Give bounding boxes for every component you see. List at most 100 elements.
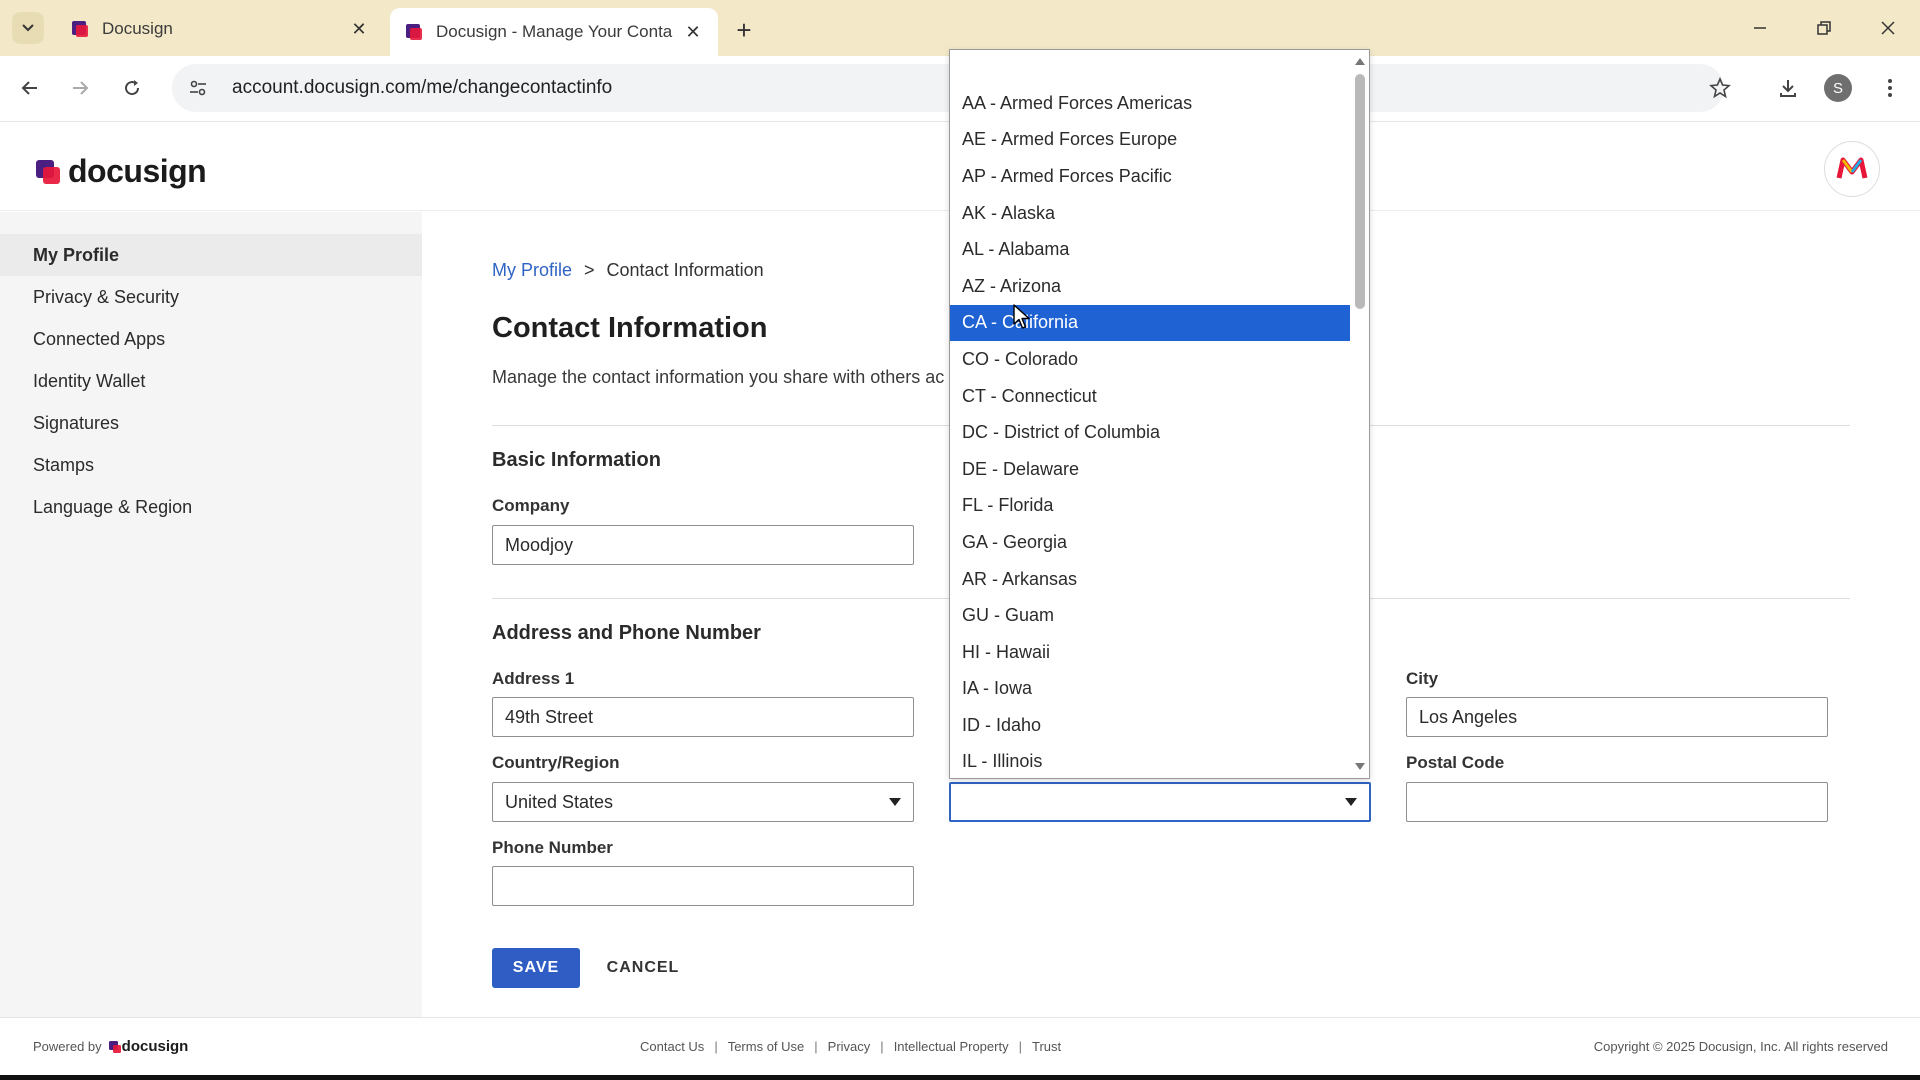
- scrollbar-thumb[interactable]: [1355, 74, 1365, 309]
- copyright-text: Copyright © 2025 Docusign, Inc. All righ…: [1593, 1039, 1888, 1054]
- address1-label: Address 1: [492, 669, 575, 688]
- footer-logo[interactable]: docusign: [108, 1038, 188, 1055]
- forward-arrow-icon[interactable]: [62, 70, 98, 106]
- restore-icon[interactable]: [1804, 10, 1844, 46]
- section-title-address: Address and Phone Number: [492, 622, 761, 644]
- state-option[interactable]: ID - Idaho: [950, 707, 1350, 744]
- download-icon[interactable]: [1770, 70, 1806, 106]
- state-option[interactable]: IL - Illinois: [950, 744, 1350, 778]
- state-select[interactable]: [949, 782, 1371, 822]
- browser-profile-avatar[interactable]: S: [1820, 70, 1856, 106]
- state-option[interactable]: FL - Florida: [950, 488, 1350, 525]
- window-close-icon[interactable]: [1868, 10, 1908, 46]
- back-arrow-icon[interactable]: [12, 70, 48, 106]
- section-title-basic: Basic Information: [492, 449, 661, 471]
- page-description: Manage the contact information you share…: [492, 367, 945, 387]
- footer-link-terms[interactable]: Terms of Use: [728, 1039, 805, 1054]
- footer-link-ip[interactable]: Intellectual Property: [894, 1039, 1009, 1054]
- tab-manage-contact[interactable]: Docusign - Manage Your Conta ✕: [390, 8, 718, 56]
- tab-title: Docusign: [102, 19, 173, 38]
- country-label: Country/Region: [492, 753, 620, 772]
- sidebar-item-identity-wallet[interactable]: Identity Wallet: [0, 360, 422, 402]
- caret-down-icon: [889, 798, 901, 806]
- url-text: account.docusign.com/me/changecontactinf…: [232, 77, 613, 98]
- footer-links: Contact Us | Terms of Use | Privacy | In…: [640, 1039, 1062, 1054]
- country-select-value: United States: [505, 791, 614, 812]
- breadcrumb: My Profile > Contact Information: [492, 260, 764, 281]
- docusign-favicon-icon: [72, 21, 88, 37]
- minimize-icon[interactable]: [1740, 10, 1780, 46]
- new-tab-button[interactable]: +: [728, 14, 760, 46]
- page-title: Contact Information: [492, 312, 768, 344]
- powered-by-text: Powered by: [33, 1039, 102, 1054]
- state-option[interactable]: AK - Alaska: [950, 195, 1350, 232]
- state-option[interactable]: DE - Delaware: [950, 451, 1350, 488]
- breadcrumb-current: Contact Information: [606, 260, 764, 280]
- state-option[interactable]: HI - Hawaii: [950, 634, 1350, 671]
- powered-by: Powered by docusign: [33, 1038, 188, 1055]
- state-option[interactable]: DC - District of Columbia: [950, 414, 1350, 451]
- sidebar-item-stamps[interactable]: Stamps: [0, 444, 422, 486]
- docusign-favicon-icon: [406, 24, 422, 40]
- sidebar-item-my-profile[interactable]: My Profile: [0, 234, 422, 276]
- phone-label: Phone Number: [492, 838, 613, 857]
- state-option[interactable]: CT - Connecticut: [950, 378, 1350, 415]
- state-option[interactable]: GA - Georgia: [950, 524, 1350, 561]
- breadcrumb-separator: >: [584, 260, 595, 280]
- state-dropdown-list[interactable]: AA - Armed Forces Americas AE - Armed For…: [949, 49, 1370, 779]
- site-footer: Powered by docusign Contact Us | Terms o…: [0, 1017, 1920, 1075]
- breadcrumb-my-profile-link[interactable]: My Profile: [492, 260, 572, 281]
- state-options: AA - Armed Forces Americas AE - Armed For…: [950, 85, 1350, 778]
- scroll-up-arrow-icon[interactable]: [1355, 58, 1365, 65]
- tab-search-button[interactable]: [12, 12, 44, 44]
- dropdown-scrollbar[interactable]: [1351, 50, 1369, 778]
- phone-input[interactable]: [492, 866, 914, 906]
- sidebar-item-connected-apps[interactable]: Connected Apps: [0, 318, 422, 360]
- address-bar[interactable]: account.docusign.com/me/changecontactinf…: [172, 64, 1724, 112]
- sidebar-item-signatures[interactable]: Signatures: [0, 402, 422, 444]
- close-icon[interactable]: ✕: [348, 18, 370, 40]
- state-option[interactable]: AP - Armed Forces Pacific: [950, 158, 1350, 195]
- state-option[interactable]: CO - Colorado: [950, 341, 1350, 378]
- state-option[interactable]: AR - Arkansas: [950, 561, 1350, 598]
- site-info-icon[interactable]: [178, 68, 218, 108]
- docusign-logo[interactable]: docusign: [34, 153, 207, 190]
- logo-wordmark: docusign: [68, 153, 207, 189]
- postal-code-input[interactable]: [1406, 782, 1828, 822]
- sidebar-item-language-region[interactable]: Language & Region: [0, 486, 422, 528]
- user-avatar[interactable]: M: [1824, 141, 1880, 197]
- address1-input[interactable]: 49th Street: [492, 697, 914, 737]
- tab-title: Docusign - Manage Your Conta: [436, 22, 673, 41]
- tab-docusign[interactable]: Docusign ✕: [56, 8, 384, 50]
- bottom-edge: [0, 1075, 1920, 1080]
- state-option[interactable]: IA - Iowa: [950, 671, 1350, 708]
- postal-code-label: Postal Code: [1406, 753, 1505, 772]
- state-option[interactable]: GU - Guam: [950, 597, 1350, 634]
- sidebar-item-privacy-security[interactable]: Privacy & Security: [0, 276, 422, 318]
- footer-link-contact[interactable]: Contact Us: [640, 1039, 704, 1054]
- footer-link-privacy[interactable]: Privacy: [828, 1039, 871, 1054]
- reload-icon[interactable]: [114, 70, 150, 106]
- state-option[interactable]: AZ - Arizona: [950, 268, 1350, 305]
- avatar-m-icon: [1835, 152, 1869, 186]
- state-option[interactable]: AA - Armed Forces Americas: [950, 85, 1350, 122]
- bookmark-star-icon[interactable]: [1702, 70, 1738, 106]
- close-icon[interactable]: ✕: [682, 21, 704, 43]
- mouse-cursor-icon: [1013, 304, 1030, 329]
- scroll-down-arrow-icon[interactable]: [1355, 763, 1365, 770]
- sidebar: My Profile Privacy & Security Connected …: [0, 212, 422, 1017]
- state-option[interactable]: CA - California: [950, 304, 1350, 342]
- more-vertical-icon[interactable]: [1872, 70, 1908, 106]
- footer-link-trust[interactable]: Trust: [1032, 1039, 1061, 1054]
- country-select[interactable]: United States: [492, 782, 914, 822]
- chevron-down-icon: [22, 24, 34, 32]
- caret-down-icon: [1345, 798, 1357, 806]
- state-option[interactable]: AL - Alabama: [950, 231, 1350, 268]
- city-input[interactable]: Los Angeles: [1406, 697, 1828, 737]
- cancel-button[interactable]: CANCEL: [598, 948, 688, 988]
- docusign-logo-icon: [108, 1040, 121, 1053]
- profile-initial: S: [1824, 74, 1852, 102]
- company-input[interactable]: Moodjoy: [492, 525, 914, 565]
- state-option[interactable]: AE - Armed Forces Europe: [950, 122, 1350, 159]
- save-button[interactable]: SAVE: [492, 948, 580, 988]
